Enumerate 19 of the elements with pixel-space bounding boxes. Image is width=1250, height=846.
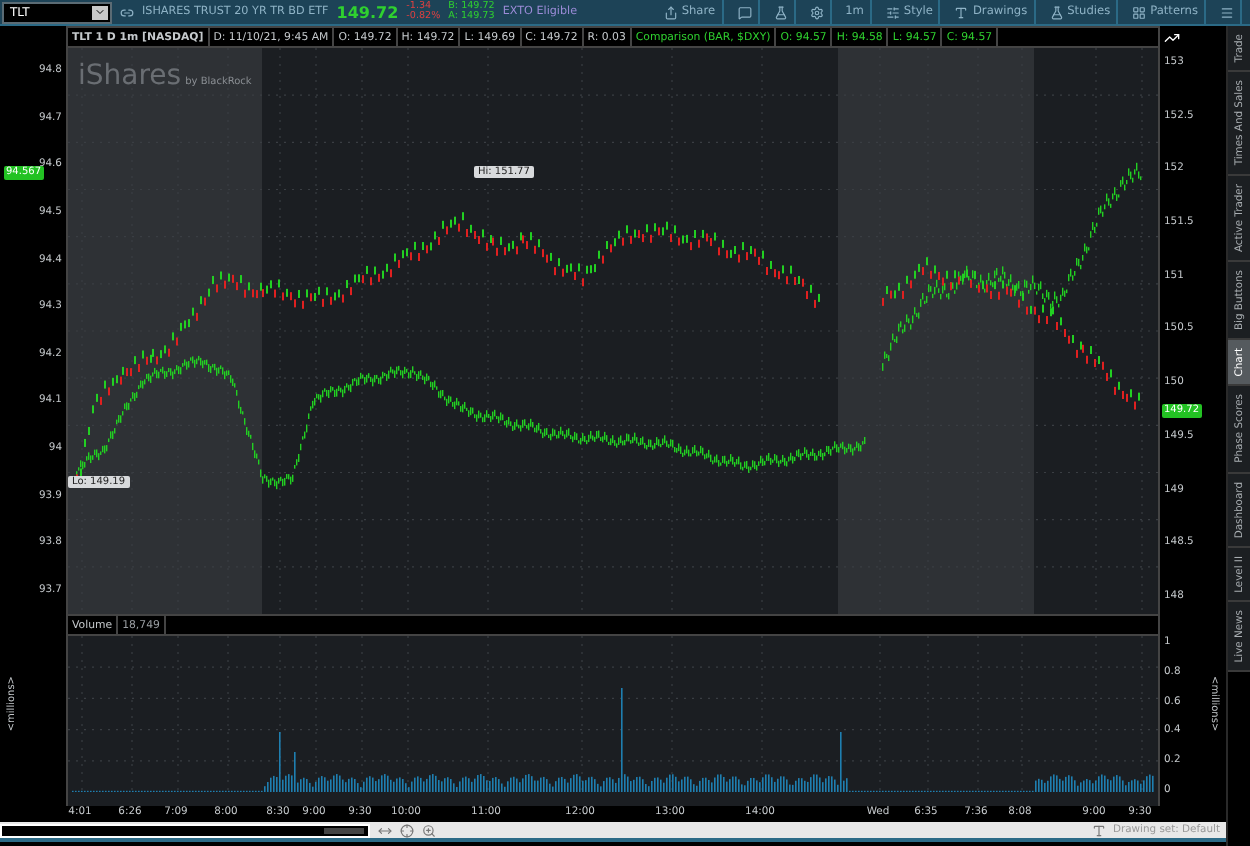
share-icon: [663, 5, 678, 19]
text-icon: [954, 5, 969, 19]
menu-icon: [1220, 5, 1234, 19]
dropdown-button[interactable]: [92, 5, 108, 19]
scale-icon[interactable]: [1164, 30, 1180, 46]
text-icon[interactable]: [1091, 823, 1105, 837]
sliders-icon: [885, 5, 900, 19]
settings-icon: [809, 5, 824, 19]
scroll-bar[interactable]: [0, 823, 370, 837]
flask-icon: [773, 5, 788, 19]
grid-icon: [1132, 5, 1147, 19]
last-price: 149.72: [336, 3, 399, 21]
watermark-logo: iShares: [78, 60, 182, 92]
flask-icon: [1049, 5, 1064, 19]
zoom-icon[interactable]: [422, 823, 436, 837]
crosshair-icon[interactable]: [400, 823, 414, 837]
pan-icon[interactable]: [378, 823, 392, 837]
speech-bubble-icon: [737, 5, 752, 19]
link-icon[interactable]: [120, 5, 134, 19]
